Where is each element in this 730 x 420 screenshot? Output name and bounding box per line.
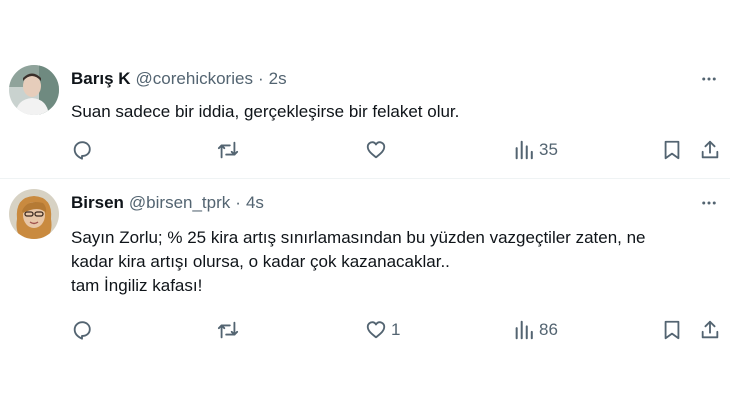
like-button[interactable]: 1 [365, 318, 400, 342]
author-name[interactable]: Birsen [71, 193, 124, 213]
tweet[interactable]: Birsen @birsen_tprk · 4s Sayın Zorlu; % … [0, 178, 730, 358]
author-handle[interactable]: @corehickories [136, 69, 253, 89]
share-icon [699, 319, 721, 341]
views-bar-chart-icon [513, 139, 535, 161]
retweet-icon [217, 319, 239, 341]
views-button[interactable]: 86 [513, 318, 558, 342]
avatar[interactable] [9, 189, 59, 239]
bookmark-icon [661, 139, 683, 161]
heart-icon [365, 139, 387, 161]
like-count: 1 [391, 320, 401, 339]
heart-icon [365, 319, 387, 341]
views-button[interactable]: 35 [513, 138, 558, 162]
avatar[interactable] [9, 65, 59, 115]
tweet-header: Birsen @birsen_tprk · 4s [71, 192, 264, 214]
retweet-icon [217, 139, 239, 161]
share-button[interactable] [699, 138, 721, 162]
separator-dot: · [257, 69, 264, 88]
tweet-text-line: kadar kira artışı olursa, o kadar çok ka… [71, 252, 450, 271]
tweet-text: Sayın Zorlu; % 25 kira artış sınırlaması… [71, 226, 711, 298]
views-bar-chart-icon [513, 319, 535, 341]
reply-button[interactable] [71, 318, 93, 342]
share-button[interactable] [699, 318, 721, 342]
reply-icon [71, 139, 93, 161]
bookmark-icon [661, 319, 683, 341]
view-count: 86 [539, 320, 558, 339]
tweet-text-line: Sayın Zorlu; % 25 kira artış sınırlaması… [71, 228, 646, 247]
retweet-button[interactable] [217, 318, 239, 342]
reply-icon [71, 319, 93, 341]
action-bar: 35 [0, 138, 730, 162]
like-button[interactable] [365, 138, 391, 162]
bookmark-button[interactable] [661, 138, 683, 162]
separator-dot: · [235, 193, 241, 212]
timestamp[interactable]: 4s [246, 193, 264, 213]
view-count: 35 [539, 140, 558, 159]
tweet[interactable]: Barış K @corehickories · 2s Suan sadece … [0, 54, 730, 178]
bookmark-button[interactable] [661, 318, 683, 342]
tweet-text-line: tam İngiliz kafası! [71, 276, 203, 295]
reply-button[interactable] [71, 138, 93, 162]
action-bar: 1 86 [0, 318, 730, 342]
tweet-text: Suan sadece bir iddia, gerçekleşirse bir… [71, 100, 711, 124]
tweet-text-line: Suan sadece bir iddia, gerçekleşirse bir… [71, 102, 460, 121]
timestamp[interactable]: 2s [269, 69, 287, 89]
share-icon [699, 139, 721, 161]
more-icon[interactable] [698, 68, 720, 90]
author-name[interactable]: Barış K [71, 69, 131, 89]
retweet-button[interactable] [217, 138, 239, 162]
author-handle[interactable]: @birsen_tprk [129, 193, 230, 213]
tweet-header: Barış K @corehickories · 2s [71, 68, 287, 90]
more-icon[interactable] [698, 192, 720, 214]
